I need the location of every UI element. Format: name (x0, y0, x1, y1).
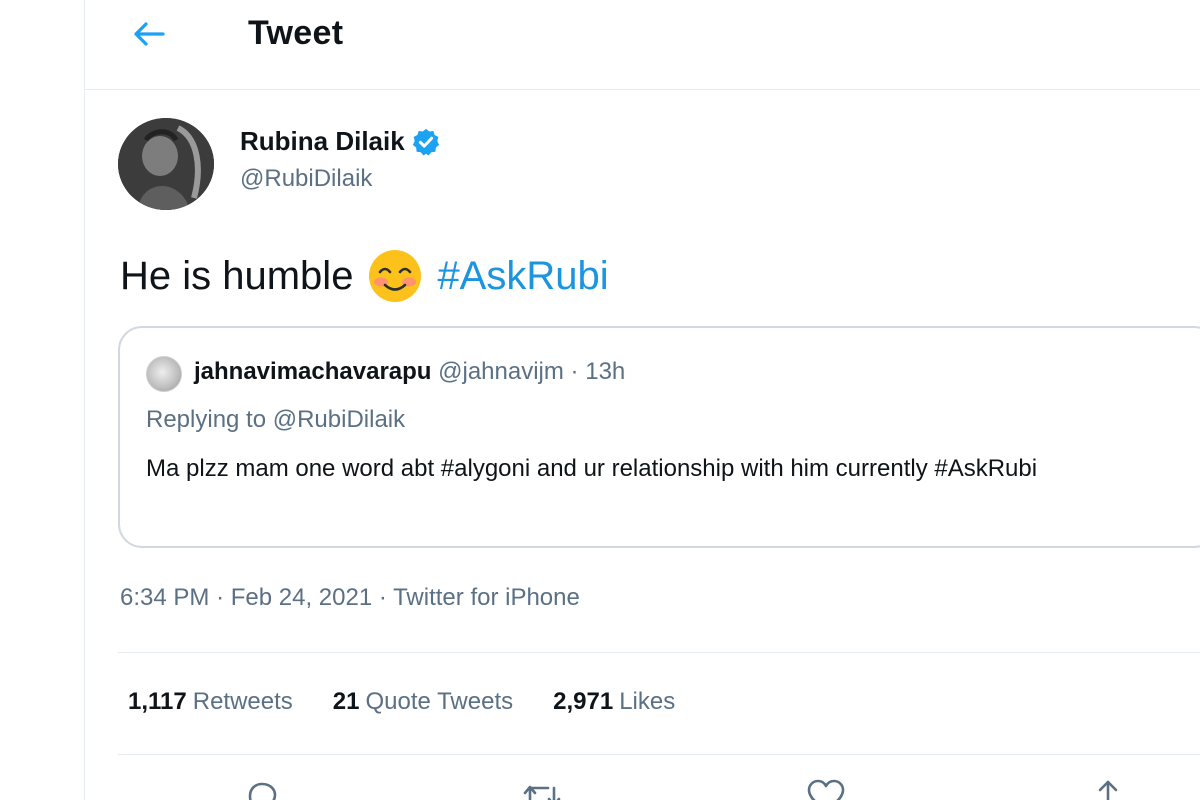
quoted-meta-separator: · (570, 358, 579, 385)
retweet-icon (523, 785, 561, 800)
likes-stat[interactable]: 2,971 Likes (553, 688, 675, 716)
quoted-tweet-card[interactable]: jahnavimachavarapu @jahnavijm · 13h Repl… (118, 326, 1200, 548)
back-button[interactable] (129, 14, 169, 54)
quoted-tweet-time: 13h (585, 358, 626, 385)
page-title: Tweet (248, 14, 344, 52)
author-name: Rubina Dilaik (240, 126, 405, 156)
quote-tweets-count: 21 (332, 688, 360, 715)
tweet-timestamp-line: 6:34 PM · Feb 24, 2021 · Twitter for iPh… (120, 584, 580, 612)
retweets-count: 1,117 (128, 688, 187, 715)
tweet-text-body: He is humble (120, 253, 354, 298)
retweets-label: Retweets (192, 688, 293, 715)
divider-above-stats (118, 652, 1200, 653)
tweet-date[interactable]: Feb 24, 2021 (231, 584, 372, 611)
quote-tweets-label: Quote Tweets (365, 688, 514, 715)
quoted-replying-to: Replying to @RubiDilaik (146, 406, 406, 433)
quoted-tweet-header: jahnavimachavarapu @jahnavijm · 13h (194, 358, 625, 386)
verified-badge-icon (412, 128, 439, 155)
likes-count: 2,971 (553, 688, 614, 715)
retweets-stat[interactable]: 1,117 Retweets (128, 688, 293, 716)
author-avatar[interactable] (118, 118, 214, 210)
tweet-stats: 1,117 Retweets 21 Quote Tweets 2,971 Likes (128, 688, 675, 716)
author-name-row[interactable]: Rubina Dilaik (240, 126, 441, 157)
reply-button[interactable] (240, 776, 284, 800)
likes-label: Likes (619, 688, 676, 715)
retweet-button[interactable] (520, 776, 564, 800)
author-handle[interactable]: @RubiDilaik (240, 165, 372, 193)
left-column-divider (84, 0, 85, 800)
quoted-tweet-text: Ma plzz mam one word abt #alygoni and ur… (146, 455, 1038, 482)
tweet-page: Tweet Rubina Dilaik @RubiDilaik He is hu… (0, 0, 1200, 800)
tweet-hashtag-link[interactable]: #AskRubi (437, 254, 608, 299)
quoted-author-avatar[interactable] (146, 356, 182, 392)
reply-icon (248, 782, 277, 800)
quote-tweets-stat[interactable]: 21 Quote Tweets (333, 688, 513, 716)
source-separator: · (378, 584, 387, 611)
tweet-source: Twitter for iPhone (393, 584, 580, 611)
avatar-photo-icon (118, 118, 214, 210)
divider-above-actions (118, 754, 1200, 755)
quoted-author-handle: @jahnavijm (438, 358, 564, 385)
tweet-header: Tweet (85, 0, 1200, 90)
quoted-author-name[interactable]: jahnavimachavarapu (194, 358, 431, 385)
like-button[interactable] (804, 776, 848, 800)
tweet-time[interactable]: 6:34 PM (120, 584, 209, 611)
smiling-face-with-blush-icon (369, 250, 422, 302)
share-icon (1098, 780, 1118, 800)
share-button[interactable] (1086, 776, 1130, 800)
timestamp-separator: · (216, 584, 225, 611)
like-icon (807, 779, 845, 800)
tweet-text: He is humble #AskRubi (120, 248, 609, 304)
arrow-left-icon (134, 22, 165, 46)
